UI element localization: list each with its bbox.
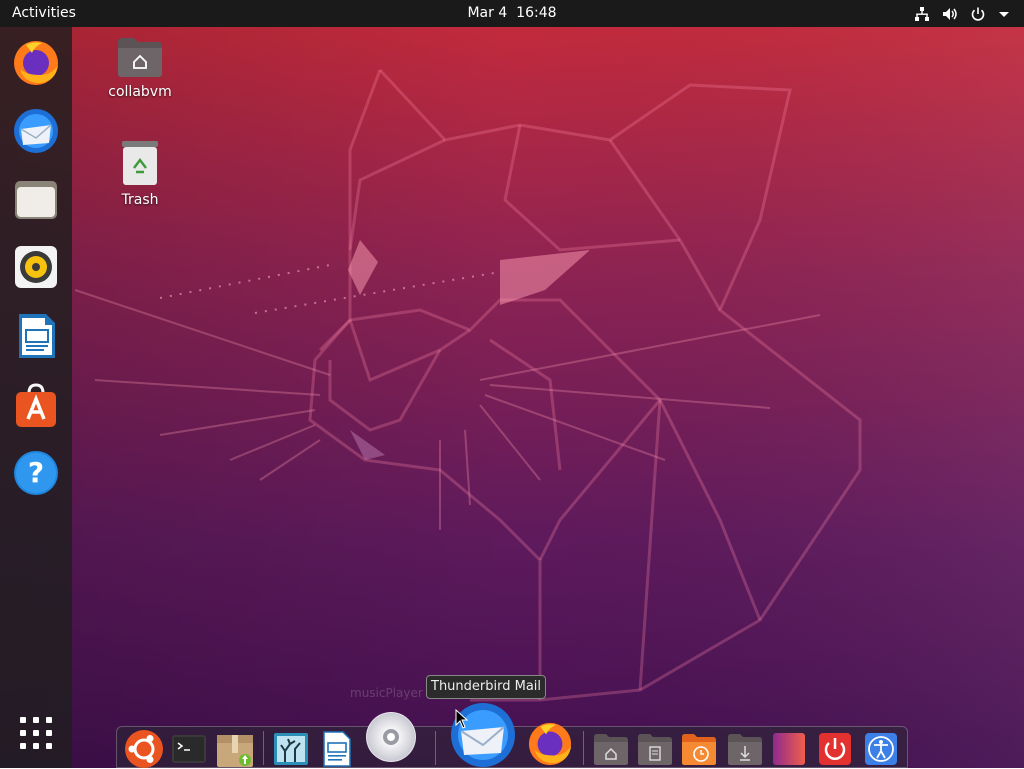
mouse-cursor-icon (455, 709, 469, 729)
home-folder-icon[interactable] (593, 731, 629, 767)
ubuntu-icon[interactable] (124, 729, 164, 769)
power-icon (971, 7, 985, 21)
power-icon[interactable] (817, 731, 853, 767)
document-icon[interactable] (319, 731, 355, 767)
top-bar: Activities Mar 4 16:48 (0, 0, 1024, 27)
dock-separator (263, 731, 264, 765)
archive-icon[interactable] (215, 729, 255, 769)
firefox-icon[interactable] (527, 721, 573, 767)
dock-separator (435, 731, 436, 765)
clock: Mar 4 16:48 (0, 0, 1024, 27)
wallpaper (0, 0, 1024, 768)
ghost-label: musicPlayer (350, 686, 423, 700)
home-folder-icon (118, 38, 162, 77)
terminal-icon[interactable] (171, 731, 207, 767)
show-applications-icon[interactable] (18, 715, 54, 751)
trash-icon (122, 141, 158, 185)
rhythmbox-icon[interactable] (12, 243, 60, 291)
desktop-icon-label: collabvm (108, 84, 172, 100)
volume-icon (943, 7, 957, 20)
clock-time: 16:48 (516, 5, 557, 21)
menu-arrow-icon (999, 11, 1009, 17)
recent-folder-icon[interactable] (681, 731, 717, 767)
libreoffice-writer-icon[interactable] (12, 312, 60, 360)
clock-date: Mar 4 (467, 5, 508, 21)
firefox-icon[interactable] (12, 39, 60, 87)
bottom-dock (116, 703, 908, 769)
ubuntu-software-icon[interactable] (12, 381, 60, 429)
side-dock: ? (0, 27, 72, 768)
files-icon[interactable] (12, 176, 60, 224)
dock-tooltip: Thunderbird Mail (426, 675, 547, 699)
cd-icon[interactable] (365, 711, 417, 763)
dock-separator (583, 731, 584, 765)
documents-folder-icon[interactable] (637, 731, 673, 767)
activities-button[interactable]: Activities (12, 0, 76, 27)
thunderbird-icon[interactable] (12, 107, 60, 155)
gradient-app-icon[interactable] (771, 731, 807, 767)
accessibility-icon[interactable] (863, 731, 899, 767)
desktop-icon-collabvm[interactable]: collabvm (95, 36, 185, 100)
system-tray[interactable] (914, 0, 1010, 27)
image-viewer-icon[interactable] (273, 731, 309, 767)
network-icon (915, 6, 929, 21)
clock-button[interactable]: Mar 4 16:48 (467, 5, 556, 21)
help-icon[interactable]: ? (12, 449, 60, 497)
desktop-icon-trash[interactable]: Trash (95, 140, 185, 208)
svg-text:?: ? (28, 456, 44, 489)
downloads-folder-icon[interactable] (727, 731, 763, 767)
desktop-icon-label: Trash (121, 192, 159, 208)
